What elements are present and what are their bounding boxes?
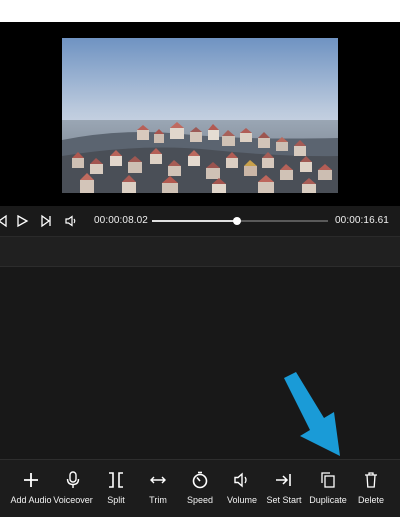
skip-forward-icon[interactable] — [38, 213, 54, 229]
trim-icon — [149, 470, 167, 490]
total-time: 00:00:16.61 — [335, 215, 389, 226]
playback-controls: 00:00:08.02 00:00:16.61 — [0, 206, 400, 237]
pointer-arrow-annotation — [278, 370, 348, 467]
speed-label: Speed — [186, 495, 214, 505]
volume-label: Volume — [226, 495, 258, 505]
delete-icon — [364, 470, 378, 490]
voiceover-button[interactable]: Voiceover — [53, 470, 93, 514]
set-start-icon — [275, 470, 293, 490]
speed-icon — [191, 470, 209, 490]
add-audio-button[interactable]: Add Audio — [10, 470, 52, 514]
video-thumbnail-image — [62, 38, 338, 193]
microphone-icon — [65, 470, 81, 490]
duplicate-button[interactable]: Duplicate — [307, 470, 349, 514]
split-button[interactable]: Split — [96, 470, 136, 514]
delete-label: Delete — [357, 495, 384, 505]
voiceover-label: Voiceover — [53, 495, 93, 505]
top-bar — [0, 0, 400, 22]
trim-label: Trim — [149, 495, 167, 505]
current-time: 00:00:08.02 — [94, 215, 148, 226]
volume-icon — [233, 470, 251, 490]
set-start-button[interactable]: Set Start — [264, 470, 304, 514]
volume-icon[interactable] — [63, 213, 79, 229]
trim-button[interactable]: Trim — [138, 470, 178, 514]
skip-back-icon[interactable] — [0, 213, 10, 229]
plus-icon — [23, 470, 39, 490]
delete-button[interactable]: Delete — [351, 470, 391, 514]
video-frame[interactable] — [62, 38, 338, 193]
split-label: Split — [107, 495, 125, 505]
seek-bar-thumb[interactable] — [233, 217, 241, 225]
split-icon — [107, 470, 125, 490]
timeline-strip — [0, 237, 400, 267]
seek-bar-progress — [152, 220, 237, 222]
duplicate-label: Duplicate — [309, 495, 347, 505]
volume-button[interactable]: Volume — [222, 470, 262, 514]
speed-button[interactable]: Speed — [180, 470, 220, 514]
video-preview — [0, 22, 400, 206]
editing-toolbar: Add Audio Voiceover Split Trim Speed Vol… — [0, 459, 400, 517]
play-icon[interactable] — [14, 213, 30, 229]
set-start-label: Set Start — [266, 495, 302, 505]
duplicate-icon — [320, 470, 336, 490]
seek-bar[interactable] — [152, 217, 328, 225]
add-audio-label: Add Audio — [10, 495, 52, 505]
